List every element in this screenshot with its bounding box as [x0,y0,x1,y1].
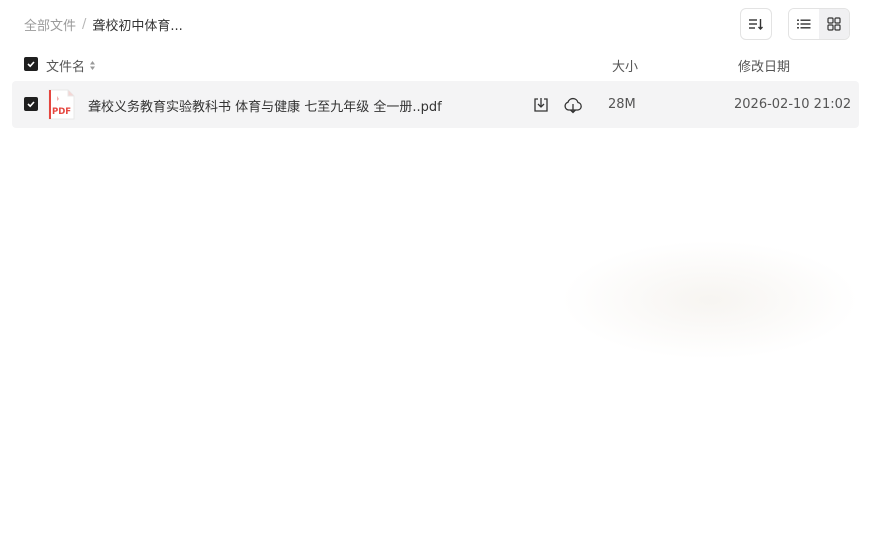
column-header-date[interactable]: 修改日期 [738,56,790,75]
file-name[interactable]: 聋校义务教育实验教科书 体育与健康 七至九年级 全一册..pdf [88,96,442,115]
view-toggle [788,8,850,40]
breadcrumb-current: 聋校初中体育... [92,19,183,34]
table-row[interactable]: PDF 聋校义务教育实验教科书 体育与健康 七至九年级 全一册..pdf 28M… [12,81,859,128]
table-header: 文件名 大小 修改日期 [12,50,859,78]
sort-arrows-icon [90,61,96,70]
breadcrumb-root-link[interactable]: 全部文件 [24,15,76,34]
sort-lines-icon [749,19,763,30]
column-header-name[interactable]: 文件名 [46,56,96,75]
file-modified-date: 2026-02-10 21:02 [734,97,852,112]
sort-button[interactable] [740,8,772,40]
row-checkbox[interactable] [24,97,38,111]
top-bar: 全部文件 / 聋校初中体育... [0,0,874,48]
select-all-checkbox[interactable] [24,57,38,71]
column-header-name-label: 文件名 [46,60,86,75]
file-size: 28M [608,97,636,112]
breadcrumb: 全部文件 / 聋校初中体育... [24,15,183,34]
list-view-button[interactable] [789,9,819,39]
cloud-save-icon[interactable] [563,96,583,114]
grid-view-button[interactable] [819,9,849,39]
list-view-icon [797,19,811,29]
pdf-file-icon: PDF [48,89,75,120]
grid-view-icon [827,17,841,31]
check-icon [27,101,35,108]
breadcrumb-separator: / [82,17,87,32]
pdf-label: PDF [52,107,71,117]
check-icon [27,61,35,68]
download-icon[interactable] [532,96,550,114]
column-header-size[interactable]: 大小 [612,56,638,75]
background-watermark [560,240,860,360]
